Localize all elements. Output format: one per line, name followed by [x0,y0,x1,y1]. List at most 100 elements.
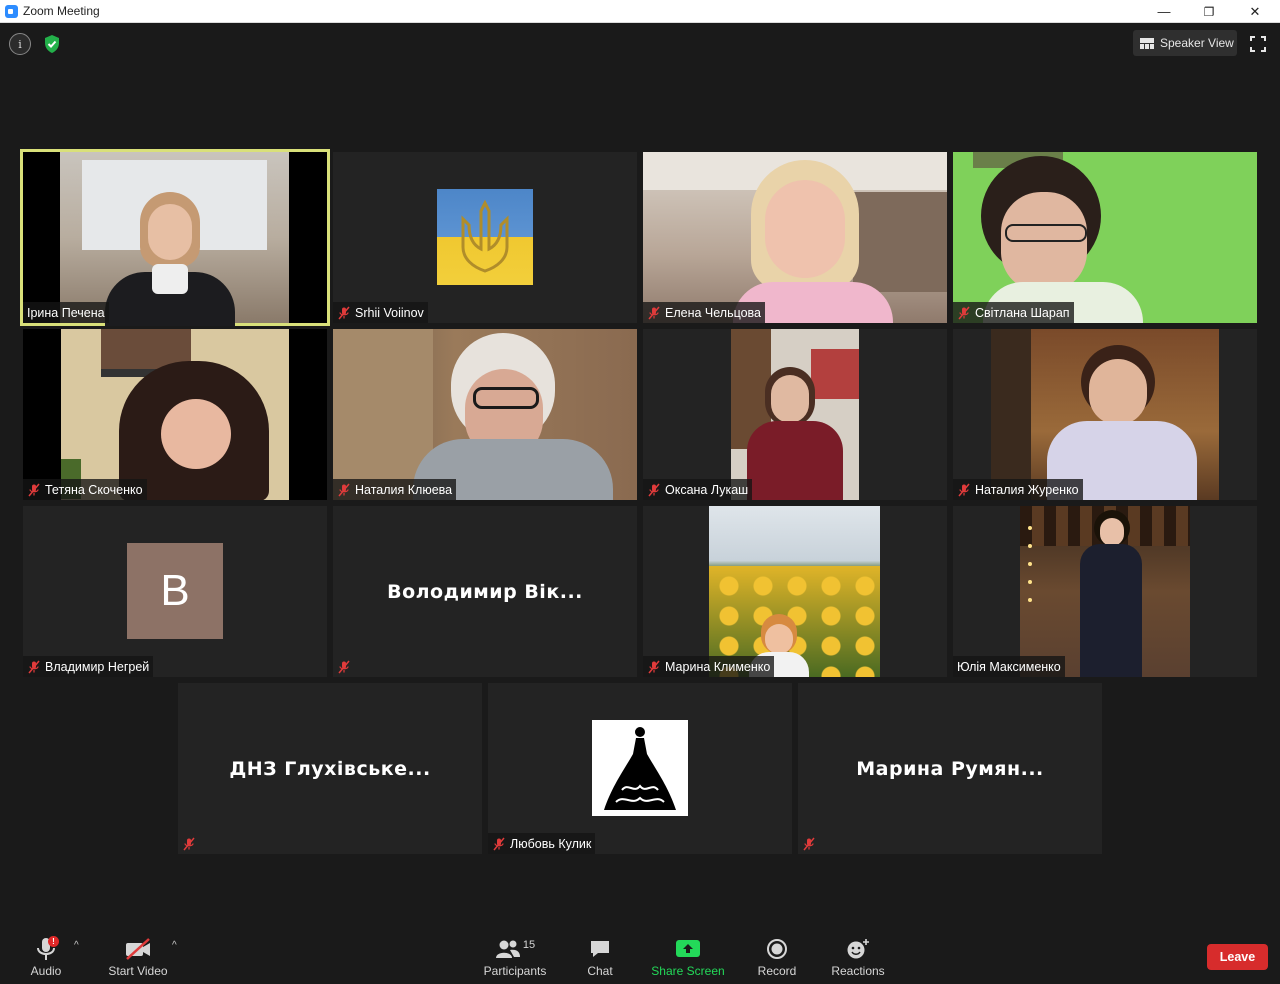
reactions-button[interactable]: Reactions [828,934,888,978]
start-video-label: Start Video [108,964,168,978]
muted-mic-icon [802,837,816,851]
participant-display-name: Володимир Вік... [387,580,583,603]
video-feed [60,152,289,326]
participants-label: Participants [483,964,547,978]
audio-button[interactable]: Audio [24,934,68,978]
participant-name-tag: Любовь Кулик [488,833,596,854]
audio-options-caret[interactable]: ^ [74,940,79,951]
participant-name: Елена Чельцова [665,305,762,320]
participants-count: 15 [522,939,536,951]
restore-button[interactable]: ❐ [1186,0,1232,23]
muted-mic-icon [337,483,351,497]
participant-tile[interactable]: Ірина Печена [20,149,330,326]
participant-tile[interactable]: Наталия Клюева [333,329,637,500]
window-title: Zoom Meeting [23,4,100,18]
participant-tile[interactable]: Світлана Шарап [953,152,1257,323]
participant-name-tag: Світлана Шарап [953,302,1074,323]
record-icon [766,934,788,964]
participant-tile[interactable]: Марина Румян... [798,683,1102,854]
participant-name-tag: Srhii Voiinov [333,302,428,323]
participant-name-tag: Наталия Клюева [333,479,457,500]
video-feed [1020,506,1190,677]
participant-tile[interactable]: Оксана Лукаш [643,329,947,500]
chat-icon [589,934,611,964]
start-video-button[interactable]: Start Video [104,934,172,978]
participant-tile[interactable]: Любовь Кулик [488,683,792,854]
chat-label: Chat [587,964,613,978]
video-feed [731,329,859,500]
participant-display-name: ДНЗ Глухівське... [229,757,431,780]
video-feed [643,152,947,323]
muted-mic-icon [27,483,41,497]
participant-tile[interactable]: Srhii Voiinov [333,152,637,323]
record-button[interactable]: Record [755,934,799,978]
share-screen-label: Share Screen [651,964,725,978]
participant-name-tag: Владимир Негрей [23,656,154,677]
speaker-view-icon [1140,37,1154,49]
participant-tile[interactable]: ДНЗ Глухівське... [178,683,482,854]
participant-name: Любовь Кулик [510,836,592,851]
participants-icon: 15 [495,934,535,964]
fullscreen-icon[interactable] [1250,36,1266,52]
muted-mic-icon [957,483,971,497]
reactions-label: Reactions [831,964,885,978]
participant-name: Srhii Voiinov [355,305,424,320]
audio-label: Audio [30,964,62,978]
participant-name-tag [178,833,204,854]
participant-tile[interactable]: Елена Чельцова [643,152,947,323]
participant-name: Наталия Клюева [355,482,453,497]
participant-name: Ірина Печена [27,305,105,320]
muted-mic-icon [647,483,661,497]
leave-button[interactable]: Leave [1207,944,1268,970]
participant-name-tag: Ірина Печена [23,302,109,323]
zoom-app-icon [5,5,18,18]
participant-name-tag: Елена Чельцова [643,302,766,323]
meeting-info-icon[interactable]: i [9,33,31,55]
video-feed [991,329,1219,500]
video-off-icon [124,934,152,964]
video-feed [709,506,880,677]
share-screen-icon [675,934,701,964]
minimize-button[interactable]: — [1141,0,1187,23]
muted-mic-icon [27,660,41,674]
participant-name: Юлія Максименко [957,659,1061,674]
muted-mic-icon [337,306,351,320]
participant-tile[interactable]: Тетяна Скоченко [23,329,327,500]
participants-button[interactable]: 15 Participants [482,934,548,978]
participant-name: Наталия Журенко [975,482,1079,497]
speaker-view-label: Speaker View [1160,36,1234,50]
participant-name-tag: Юлія Максименко [953,656,1065,677]
encryption-shield-icon[interactable] [41,33,63,55]
participant-name-tag: Марина Клименко [643,656,775,677]
video-feed [61,329,289,500]
participant-display-name: Марина Румян... [856,757,1044,780]
participant-tile[interactable]: B Владимир Негрей [23,506,327,677]
emoji-plus-icon [846,934,870,964]
close-button[interactable]: ✕ [1232,0,1278,23]
participant-avatar-letter: B [127,543,223,639]
video-feed [953,152,1257,323]
video-feed [333,329,637,500]
muted-mic-icon [647,660,661,674]
record-label: Record [757,964,797,978]
chat-button[interactable]: Chat [580,934,620,978]
share-screen-button[interactable]: Share Screen [650,934,726,978]
window-titlebar: Zoom Meeting — ❐ ✕ [0,0,1280,23]
dress-silhouette-avatar [592,720,688,816]
video-options-caret[interactable]: ^ [172,940,177,951]
participant-name: Тетяна Скоченко [45,482,143,497]
meeting-toolbar [0,926,1280,984]
muted-mic-icon [182,837,196,851]
participant-name-tag: Тетяна Скоченко [23,479,147,500]
participant-name: Марина Клименко [665,659,771,674]
participant-tile[interactable]: Наталия Журенко [953,329,1257,500]
speaker-view-button[interactable]: Speaker View [1133,30,1237,56]
participant-name-tag [333,656,359,677]
participant-tile[interactable]: Володимир Вік... [333,506,637,677]
participant-tile[interactable]: Марина Клименко [643,506,947,677]
muted-mic-icon [492,837,506,851]
participant-name: Владимир Негрей [45,659,150,674]
ukraine-trident-avatar [437,189,533,285]
participant-name: Світлана Шарап [975,305,1070,320]
participant-tile[interactable]: Юлія Максименко [953,506,1257,677]
